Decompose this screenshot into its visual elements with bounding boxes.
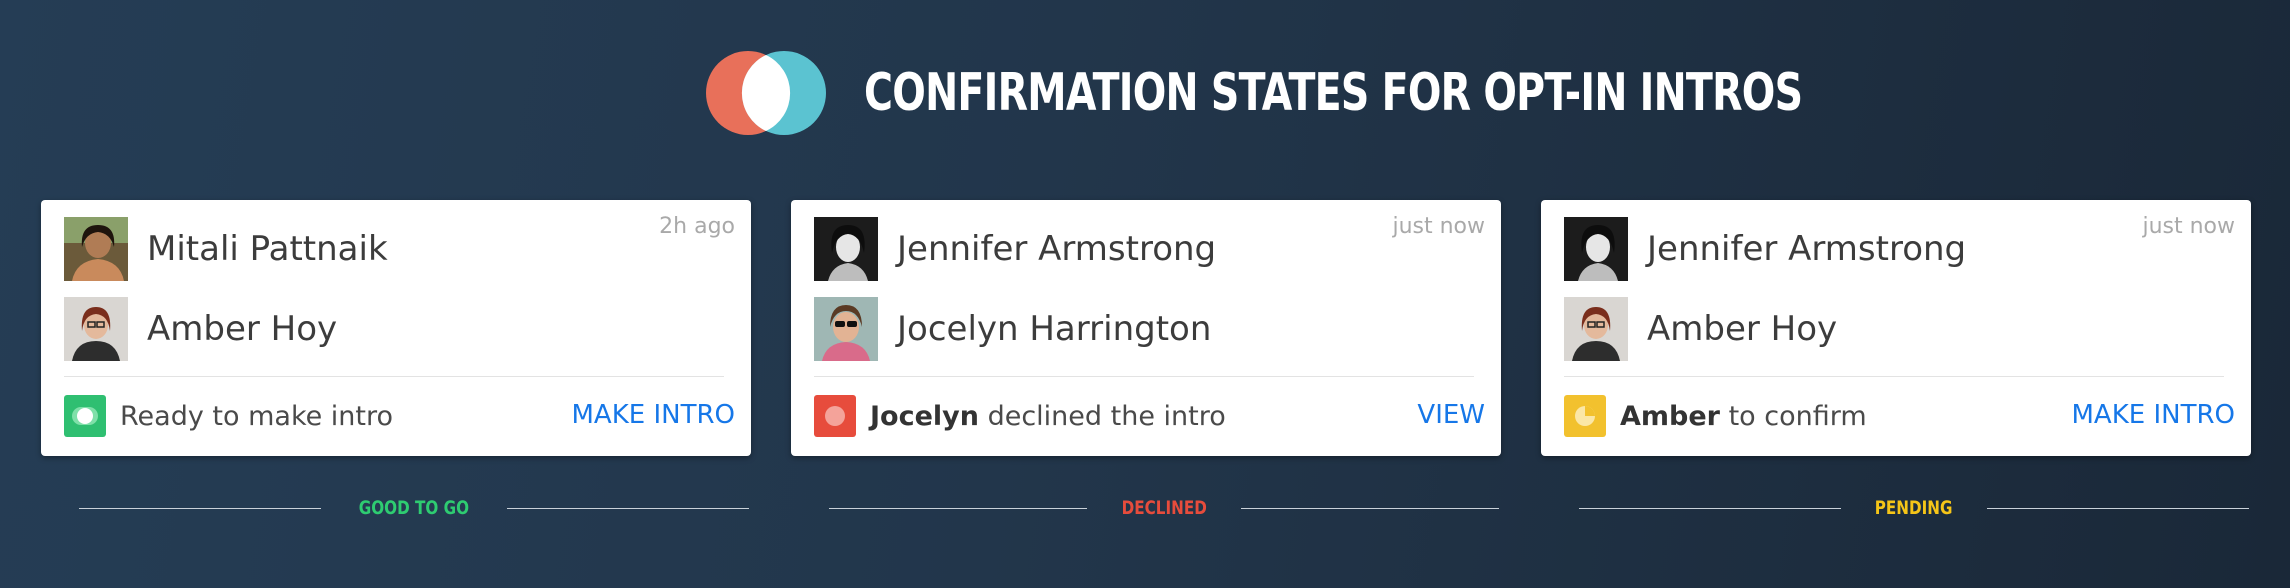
status-row: Amber to confirm xyxy=(1564,395,1867,437)
person-row[interactable]: Mitali Pattnaik xyxy=(64,217,388,281)
avatar xyxy=(1564,297,1628,361)
person-name: Mitali Pattnaik xyxy=(147,229,388,269)
avatar xyxy=(64,297,128,361)
timestamp: just now xyxy=(2142,214,2235,239)
declined-dot-icon xyxy=(814,395,856,437)
state-label-text: PENDING xyxy=(1875,497,1953,519)
divider xyxy=(1564,376,2224,377)
avatar xyxy=(1564,217,1628,281)
person-row[interactable]: Jocelyn Harrington xyxy=(814,297,1211,361)
person-name: Jennifer Armstrong xyxy=(1647,229,1967,269)
person-row[interactable]: Amber Hoy xyxy=(1564,297,1837,361)
divider xyxy=(814,376,1474,377)
pending-pie-icon xyxy=(1564,395,1606,437)
timestamp: just now xyxy=(1392,214,1485,239)
status-row: Jocelyn declined the intro xyxy=(814,395,1226,437)
toggle-on-icon xyxy=(64,395,106,437)
overlapping-circles-icon xyxy=(706,51,826,135)
intro-card[interactable]: just now Jennifer Armstrong Jocelyn Harr… xyxy=(791,200,1501,456)
divider-line xyxy=(1579,507,1842,509)
state-label-declined: DECLINED xyxy=(829,490,1499,526)
timestamp: 2h ago xyxy=(659,214,735,239)
page-title: CONFIRMATION STATES FOR OPT-IN INTROS xyxy=(864,63,1803,123)
divider-line xyxy=(829,507,1087,509)
status-text: Jocelyn declined the intro xyxy=(870,400,1226,432)
intro-card[interactable]: 2h ago Mitali Pattnaik Amber Hoy Ready t… xyxy=(41,200,751,456)
person-name: Amber Hoy xyxy=(1647,309,1838,349)
avatar xyxy=(814,217,878,281)
person-name: Jennifer Armstrong xyxy=(897,229,1217,269)
status-text: Amber to confirm xyxy=(1620,400,1867,432)
person-name: Amber Hoy xyxy=(147,309,338,349)
state-label-good-to-go: GOOD TO GO xyxy=(79,490,750,526)
page-header: CONFIRMATION STATES FOR OPT-IN INTROS xyxy=(0,48,2290,138)
divider-line xyxy=(79,507,322,509)
avatar xyxy=(814,297,878,361)
divider-line xyxy=(506,507,750,509)
avatar xyxy=(64,217,128,281)
make-intro-button[interactable]: MAKE INTRO xyxy=(2072,400,2236,430)
person-name: Jocelyn Harrington xyxy=(897,309,1212,349)
intro-card[interactable]: just now Jennifer Armstrong Amber Hoy Am… xyxy=(1541,200,2251,456)
status-text: Ready to make intro xyxy=(120,400,394,432)
state-label-pending: PENDING xyxy=(1579,490,2249,526)
view-button[interactable]: VIEW xyxy=(1417,400,1485,430)
divider xyxy=(64,376,724,377)
status-row: Ready to make intro xyxy=(64,395,393,437)
make-intro-button[interactable]: MAKE INTRO xyxy=(572,400,736,430)
divider-line xyxy=(1241,507,1499,509)
person-row[interactable]: Jennifer Armstrong xyxy=(1564,217,1966,281)
state-label-text: GOOD TO GO xyxy=(358,497,470,519)
state-label-text: DECLINED xyxy=(1121,497,1207,519)
person-row[interactable]: Amber Hoy xyxy=(64,297,337,361)
person-row[interactable]: Jennifer Armstrong xyxy=(814,217,1216,281)
divider-line xyxy=(1986,507,2249,509)
